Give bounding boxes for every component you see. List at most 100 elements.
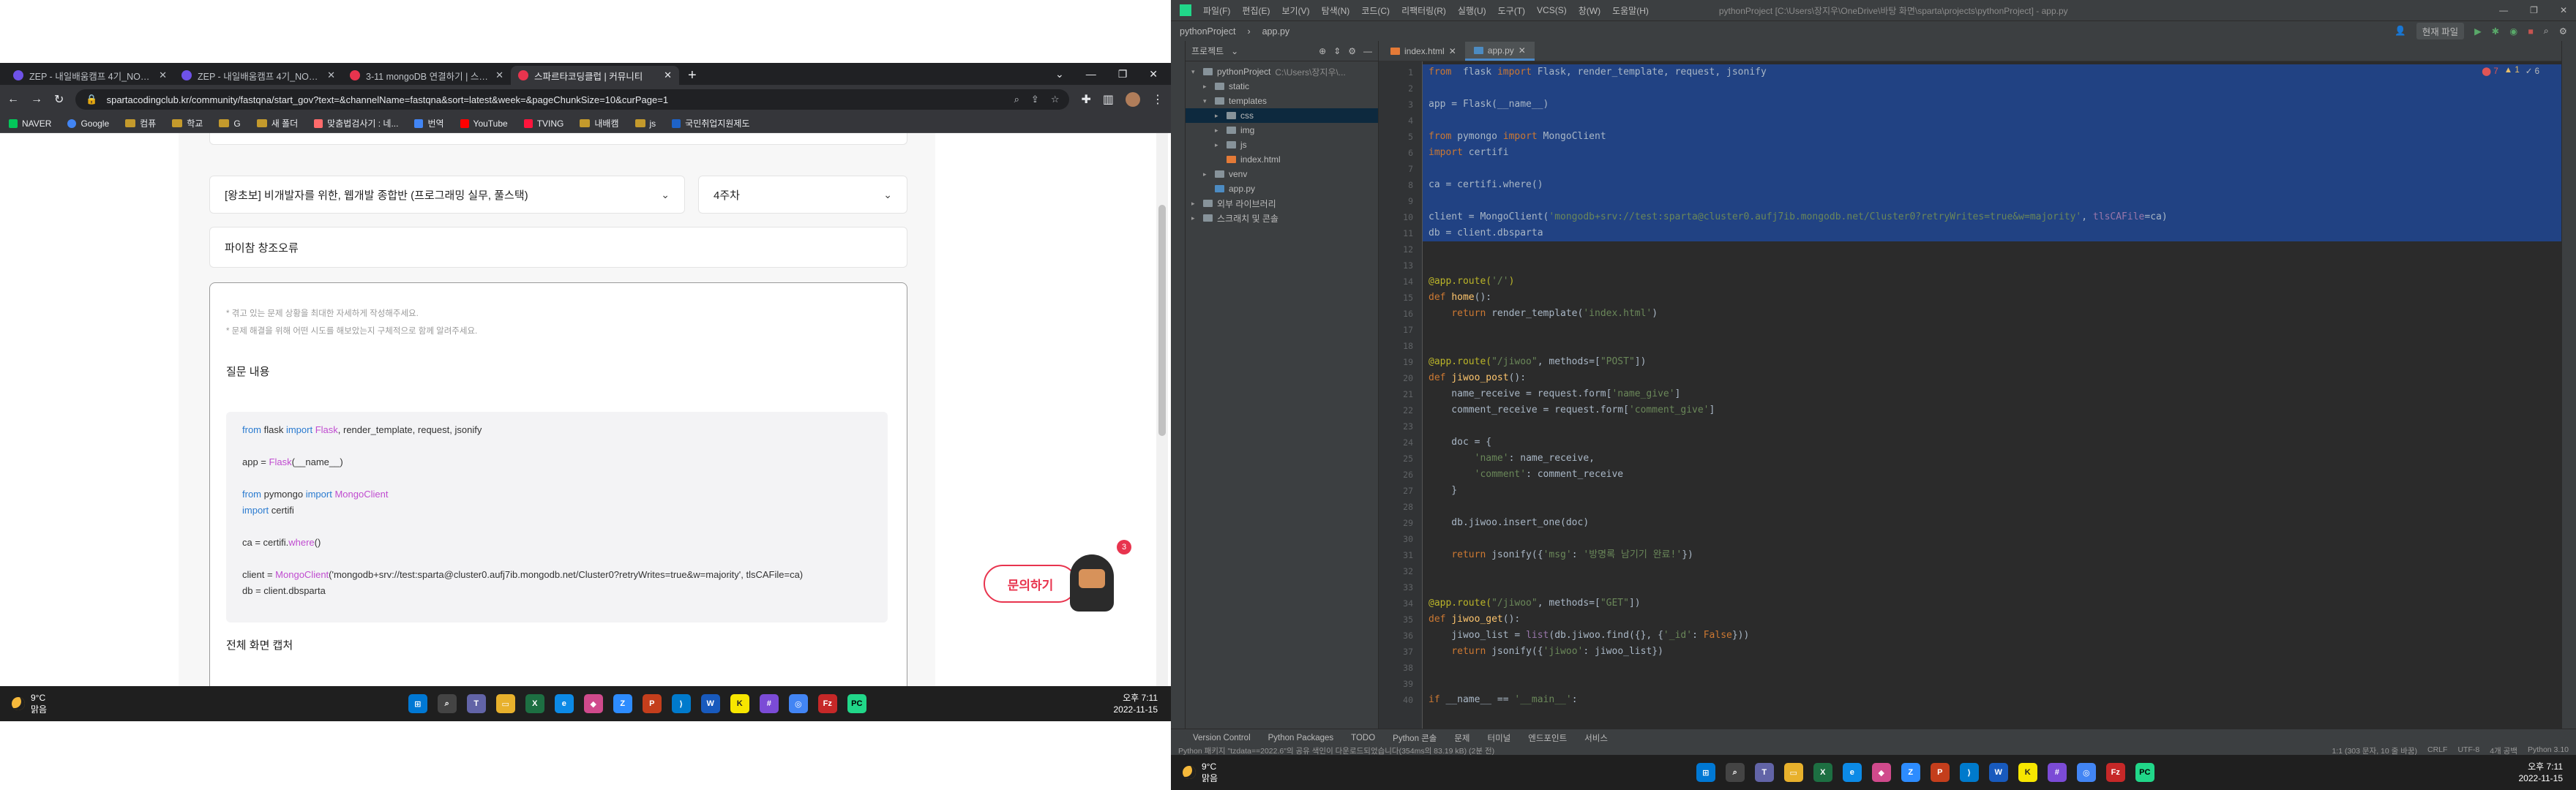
menu-navigate[interactable]: 탐색(N) xyxy=(1322,4,1350,17)
vscode-icon[interactable]: ⟩ xyxy=(1959,763,1979,782)
code-line[interactable]: from flask import Flask, render_template… xyxy=(1423,64,2561,80)
page-scrollbar[interactable] xyxy=(1156,133,1168,686)
expand-arrow-icon[interactable]: ▸ xyxy=(1215,112,1222,120)
line-number[interactable]: 8 xyxy=(1408,177,1413,193)
url-bar[interactable]: 🔒 spartacodingclub.kr/community/fastqna/… xyxy=(75,89,1070,110)
menu-refactor[interactable]: 리팩터링(R) xyxy=(1401,4,1446,17)
tool-terminal[interactable]: 터미널 xyxy=(1488,732,1511,744)
code-line[interactable]: import certifi xyxy=(1423,145,2561,161)
coverage-icon[interactable]: ◉ xyxy=(2509,26,2517,37)
code-line[interactable] xyxy=(1423,257,2561,274)
code-line[interactable]: doc = { xyxy=(1423,434,2561,451)
bookmark-star-icon[interactable]: ☆ xyxy=(1051,94,1060,105)
line-number[interactable]: 9 xyxy=(1408,193,1413,209)
scroll-thumb[interactable] xyxy=(1158,205,1166,436)
weather-widget[interactable]: 9°C 맑음 xyxy=(0,693,161,715)
tree-node[interactable]: ▸ js xyxy=(1186,138,1378,152)
weather-widget[interactable]: 9°C 맑음 xyxy=(1171,761,1332,784)
menu-tools[interactable]: 도구(T) xyxy=(1498,4,1525,17)
zoom-app-icon[interactable]: Z xyxy=(1901,763,1920,782)
bookmark-item[interactable]: NAVER xyxy=(9,118,51,129)
line-number[interactable]: 4 xyxy=(1408,113,1413,129)
debug-icon[interactable]: ✱ xyxy=(2492,26,2499,37)
line-number[interactable]: 7 xyxy=(1408,161,1413,177)
profile-avatar[interactable] xyxy=(1126,92,1140,107)
kakaotalk-icon[interactable]: K xyxy=(2018,763,2037,782)
tree-node[interactable]: ▾ pythonProject C:\Users\장지우\... xyxy=(1186,64,1378,79)
title-input[interactable]: 파이참 창조오류 xyxy=(209,227,907,268)
expand-arrow-icon[interactable]: ▸ xyxy=(1191,214,1199,222)
tree-node[interactable]: ▸ img xyxy=(1186,123,1378,138)
zoom-app-icon[interactable]: Z xyxy=(613,694,632,713)
code-line[interactable] xyxy=(1423,531,2561,547)
tab-search-icon[interactable]: ⌄ xyxy=(1055,68,1064,80)
share-icon[interactable]: ⇪ xyxy=(1031,94,1039,105)
expand-arrow-icon[interactable]: ▸ xyxy=(1203,170,1210,178)
powerpoint-icon[interactable]: P xyxy=(1930,763,1950,782)
taskbar-clock[interactable]: 오후 7:11 2022-11-15 xyxy=(2519,761,2576,784)
line-number[interactable]: 32 xyxy=(1403,563,1413,579)
code-line[interactable] xyxy=(1423,563,2561,579)
line-number[interactable]: 28 xyxy=(1403,499,1413,515)
line-number[interactable]: 25 xyxy=(1403,451,1413,467)
photos-icon[interactable]: ◆ xyxy=(1871,763,1891,782)
chrome-icon[interactable]: ◎ xyxy=(788,694,808,713)
code-line[interactable] xyxy=(1423,161,2561,177)
edge-icon[interactable]: e xyxy=(1842,763,1862,782)
menu-file[interactable]: 파일(F) xyxy=(1203,4,1230,17)
code-line[interactable] xyxy=(1423,113,2561,129)
forward-icon[interactable]: → xyxy=(31,93,42,106)
question-editor[interactable]: * 겪고 있는 문제 상황을 최대한 자세하게 작성해주세요. * 문제 해결을… xyxy=(209,282,907,686)
left-tool-strip[interactable] xyxy=(1171,41,1186,729)
code-line[interactable]: @app.route('/') xyxy=(1423,274,2561,290)
bookmark-item[interactable]: YouTube xyxy=(460,118,508,129)
browser-tab-active[interactable]: 스파르타코딩클럽 | 커뮤니티 ✕ xyxy=(511,66,679,85)
inspection-widget[interactable]: ⬤ 7 ▲ 1 ✓ 6 xyxy=(2482,66,2539,76)
minimize-icon[interactable]: — xyxy=(1086,68,1096,80)
file-explorer-icon[interactable]: ▭ xyxy=(495,694,515,713)
maximize-icon[interactable]: ❐ xyxy=(1118,68,1128,80)
line-number[interactable]: 24 xyxy=(1403,434,1413,451)
expand-arrow-icon[interactable]: ▸ xyxy=(1191,200,1199,208)
close-tab-icon[interactable]: ✕ xyxy=(327,69,335,81)
word-icon[interactable]: W xyxy=(700,694,720,713)
file-explorer-icon[interactable]: ▭ xyxy=(1783,763,1803,782)
line-number[interactable]: 21 xyxy=(1403,386,1413,402)
tool-python-packages[interactable]: Python Packages xyxy=(1268,734,1334,742)
mascot-icon[interactable] xyxy=(1070,554,1114,612)
code-line[interactable]: db = client.dbsparta xyxy=(1423,225,2561,241)
close-tab-icon[interactable]: ✕ xyxy=(664,69,672,81)
close-tab-icon[interactable]: ✕ xyxy=(1449,46,1456,56)
code-line[interactable]: return jsonify({'jiwoo': jiwoo_list}) xyxy=(1423,644,2561,660)
bookmark-folder[interactable]: 컴퓨 xyxy=(125,117,156,129)
browser-tab[interactable]: 3-11 mongoDB 연결하기 | 스파... ✕ xyxy=(342,66,511,85)
line-number[interactable]: 11 xyxy=(1403,225,1413,241)
line-number[interactable]: 18 xyxy=(1403,338,1413,354)
code-line[interactable]: db.jiwoo.insert_one(doc) xyxy=(1423,515,2561,531)
code-line[interactable] xyxy=(1423,660,2561,676)
code-line[interactable]: app = Flask(__name__) xyxy=(1423,97,2561,113)
tree-node[interactable]: ▾ templates xyxy=(1186,94,1378,108)
week-select[interactable]: 4주차 ⌄ xyxy=(698,176,907,214)
chevron-down-icon[interactable]: ⌄ xyxy=(1231,46,1238,56)
expand-arrow-icon[interactable]: ▸ xyxy=(1203,83,1210,91)
search-icon[interactable]: ⌕ xyxy=(437,694,457,713)
line-number[interactable]: 6 xyxy=(1408,145,1413,161)
code-line[interactable]: if __name__ == '__main__': xyxy=(1423,692,2561,708)
code-line[interactable]: client = MongoClient('mongodb+srv://test… xyxy=(1423,209,2561,225)
line-number[interactable]: 3 xyxy=(1408,97,1413,113)
locate-icon[interactable]: ⊕ xyxy=(1319,46,1326,56)
breadcrumb-file[interactable]: app.py xyxy=(1262,26,1290,37)
edge-icon[interactable]: e xyxy=(554,694,574,713)
line-number[interactable]: 14 xyxy=(1403,274,1413,290)
line-number[interactable]: 12 xyxy=(1403,241,1413,257)
line-number[interactable]: 1 xyxy=(1408,64,1413,80)
breadcrumb-project[interactable]: pythonProject xyxy=(1180,26,1235,37)
filezilla-icon[interactable]: Fz xyxy=(817,694,837,713)
code-line[interactable]: @app.route("/jiwoo", methods=["POST"]) xyxy=(1423,354,2561,370)
code-line[interactable]: jiwoo_list = list(db.jiwoo.find({}, {'_i… xyxy=(1423,628,2561,644)
tool-endpoints[interactable]: 엔드포인트 xyxy=(1528,732,1567,744)
hide-panel-icon[interactable]: — xyxy=(1363,46,1372,56)
minimize-icon[interactable]: — xyxy=(2499,5,2508,15)
code-area[interactable]: from flask import Flask, render_template… xyxy=(1423,61,2561,729)
